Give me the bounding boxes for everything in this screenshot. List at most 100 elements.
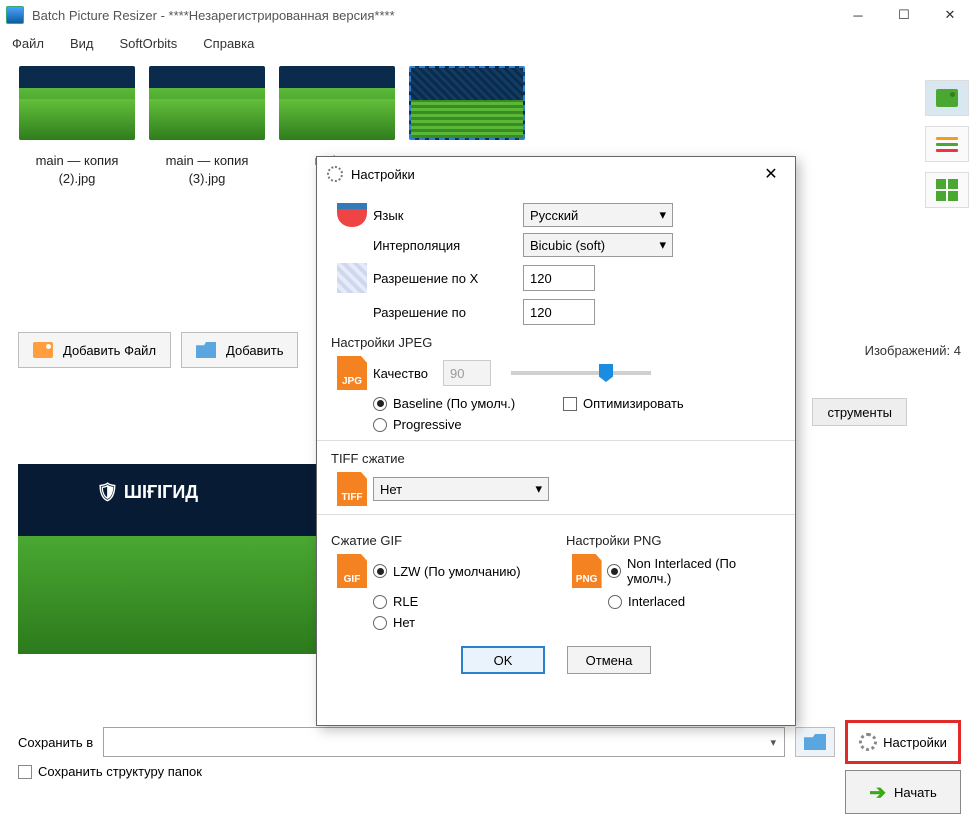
thumbnail-image [19, 66, 135, 140]
dialog-ok-button[interactable]: OK [461, 646, 545, 674]
slider-thumb[interactable] [599, 364, 613, 382]
add-file-label: Добавить Файл [63, 343, 156, 358]
quality-input[interactable]: 90 [443, 360, 491, 386]
interpolation-combo[interactable]: Bicubic (soft) ▾ [523, 233, 673, 257]
window-title: Batch Picture Resizer - ****Незарегистри… [32, 8, 835, 23]
quality-value: 90 [450, 366, 464, 381]
thumbnail-image [149, 66, 265, 140]
menu-view[interactable]: Вид [66, 34, 98, 53]
menu-file[interactable]: Файл [8, 34, 48, 53]
jpeg-progressive-radio[interactable]: Progressive [373, 417, 462, 432]
cancel-label: Отмена [586, 653, 633, 668]
resolution-y-value: 120 [530, 305, 552, 320]
tab-instruments-label: струменты [827, 405, 892, 420]
jpeg-baseline-radio[interactable]: Baseline (По умолч.) [373, 396, 563, 411]
close-button[interactable]: ✕ [927, 0, 973, 30]
separator [317, 440, 795, 441]
add-folder-button[interactable]: Добавить [181, 332, 298, 368]
preview-logo-text: 🛡 ШІҒІГИД [96, 482, 198, 503]
thumbnail-item[interactable]: main — копия (3).jpg [148, 66, 266, 276]
chevron-down-icon: ▾ [659, 207, 666, 223]
baseline-label: Baseline (По умолч.) [393, 396, 515, 411]
settings-button-label: Настройки [883, 735, 947, 750]
thumbnail-caption: main — копия (2).jpg [36, 152, 119, 188]
quality-slider[interactable] [511, 371, 651, 375]
grid-icon [936, 179, 958, 201]
tiff-file-icon: TIFF [337, 472, 367, 506]
browse-folder-button[interactable] [795, 727, 835, 757]
app-icon [6, 6, 24, 24]
gif-lzw-label: LZW (По умолчанию) [393, 564, 521, 579]
radio-icon [373, 595, 387, 609]
language-combo[interactable]: Русский ▾ [523, 203, 673, 227]
gif-rle-label: RLE [393, 594, 418, 609]
gif-lzw-radio[interactable]: LZW (По умолчанию) [373, 564, 521, 579]
resolution-x-value: 120 [530, 271, 552, 286]
add-folder-label: Добавить [226, 343, 283, 358]
radio-icon [373, 418, 387, 432]
quality-label: Качество [373, 366, 443, 381]
menubar: Файл Вид SoftOrbits Справка [0, 30, 979, 56]
face-icon [337, 203, 367, 227]
keep-structure-checkbox[interactable] [18, 765, 32, 779]
view-grid-button[interactable] [925, 172, 969, 208]
optimize-label: Оптимизировать [583, 396, 684, 411]
chevron-down-icon: ▾ [535, 481, 542, 497]
maximize-button[interactable]: ☐ [881, 0, 927, 30]
tiff-compression-combo[interactable]: Нет ▾ [373, 477, 549, 501]
gif-section-title: Сжатие GIF [331, 533, 546, 548]
gear-icon [859, 733, 877, 751]
gear-icon [327, 166, 343, 182]
start-button[interactable]: ➔ Начать [845, 770, 961, 814]
thumbnail-caption: main — копия (3).jpg [166, 152, 249, 188]
interpolation-value: Bicubic (soft) [530, 238, 605, 253]
keep-structure-label: Сохранить структуру папок [38, 764, 202, 779]
resolution-x-input[interactable]: 120 [523, 265, 595, 291]
dialog-cancel-button[interactable]: Отмена [567, 646, 651, 674]
resolution-x-label: Разрешение по X [373, 271, 523, 286]
view-thumbnails-button[interactable] [925, 80, 969, 116]
png-file-icon: PNG [572, 554, 602, 588]
settings-button[interactable]: Настройки [845, 720, 961, 764]
view-list-button[interactable] [925, 126, 969, 162]
menu-softorbits[interactable]: SoftOrbits [116, 34, 182, 53]
interpolation-label: Интерполяция [373, 238, 523, 253]
thumbnail-image [409, 66, 525, 140]
texture-icon [337, 263, 367, 293]
start-arrow-icon: ➔ [869, 780, 886, 805]
thumbnail-item[interactable]: main — копия (2).jpg [18, 66, 136, 276]
folder-icon [196, 342, 216, 358]
radio-icon [608, 595, 622, 609]
png-section-title: Настройки PNG [566, 533, 781, 548]
jpeg-optimize-check[interactable]: Оптимизировать [563, 396, 684, 411]
ok-label: OK [494, 653, 513, 668]
menu-help[interactable]: Справка [199, 34, 258, 53]
save-path-combo[interactable]: ▾ [103, 727, 785, 757]
radio-icon [607, 564, 621, 578]
png-noninterlaced-radio[interactable]: Non Interlaced (По умолч.) [607, 556, 781, 586]
dialog-close-button[interactable]: ✕ [757, 160, 785, 188]
radio-icon [373, 616, 387, 630]
start-button-label: Начать [894, 785, 937, 800]
gif-none-label: Нет [393, 615, 415, 630]
tiff-section-title: TIFF сжатие [331, 451, 781, 466]
gif-rle-radio[interactable]: RLE [373, 594, 418, 609]
png-interlaced-label: Interlaced [628, 594, 685, 609]
minimize-button[interactable]: ─ [835, 0, 881, 30]
gif-file-icon: GIF [337, 554, 367, 588]
gif-none-radio[interactable]: Нет [373, 615, 415, 630]
titlebar: Batch Picture Resizer - ****Незарегистри… [0, 0, 979, 30]
png-interlaced-radio[interactable]: Interlaced [608, 594, 685, 609]
add-file-button[interactable]: Добавить Файл [18, 332, 171, 368]
save-in-label: Сохранить в [18, 735, 93, 750]
list-icon [936, 134, 958, 155]
image-count-label: Изображений: 4 [865, 343, 961, 358]
preview-image: 🛡 ШІҒІГИД [18, 464, 318, 654]
resolution-y-input[interactable]: 120 [523, 299, 595, 325]
view-mode-buttons [925, 80, 969, 208]
tab-instruments[interactable]: струменты [812, 398, 907, 426]
chevron-down-icon: ▾ [770, 736, 776, 749]
thumbnail-image [279, 66, 395, 140]
jpg-file-icon: JPG [337, 356, 367, 390]
tiff-compression-value: Нет [380, 482, 402, 497]
